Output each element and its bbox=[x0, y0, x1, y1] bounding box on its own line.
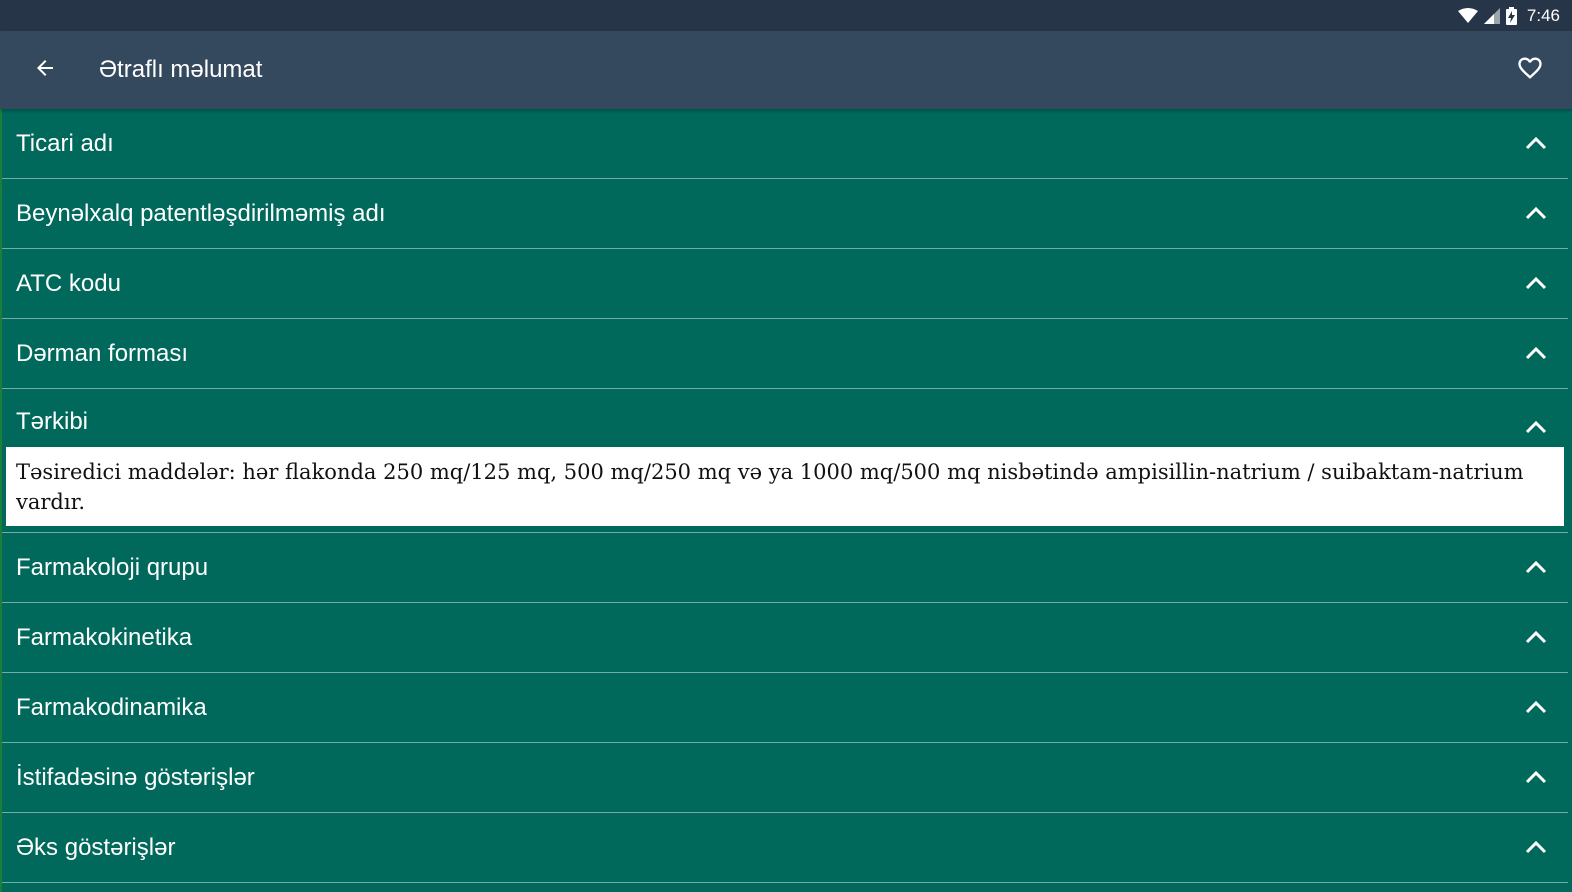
section-beynelxalq-adi: Beynəlxalq patentləşdirilməmiş adı bbox=[2, 179, 1568, 249]
wifi-icon bbox=[1457, 7, 1478, 24]
section-label: Farmakokinetika bbox=[16, 623, 193, 651]
section-label: Tərkibi bbox=[16, 408, 89, 435]
status-bar: 7:46 bbox=[0, 0, 1572, 31]
arrow-left-icon bbox=[33, 56, 57, 85]
section-label: Beynəlxalq patentləşdirilməmiş adı bbox=[16, 199, 386, 227]
section-ticari-adi: Ticari adı bbox=[2, 109, 1568, 179]
section-header-farmakoloji-qrupu[interactable]: Farmakoloji qrupu bbox=[2, 533, 1568, 602]
page-title: Ətraflı məlumat bbox=[99, 56, 263, 83]
section-header-ticari-adi[interactable]: Ticari adı bbox=[2, 109, 1568, 178]
section-farmakoloji-qrupu: Farmakoloji qrupu bbox=[2, 533, 1568, 603]
section-header-farmakokinetika[interactable]: Farmakokinetika bbox=[2, 603, 1568, 672]
chevron-up-icon bbox=[1524, 132, 1548, 156]
section-istifade-gosterisler: İstifadəsinə göstərişlər bbox=[2, 743, 1568, 813]
favorite-button[interactable] bbox=[1500, 40, 1560, 100]
chevron-up-icon bbox=[1524, 836, 1548, 860]
chevron-up-icon bbox=[1524, 696, 1548, 720]
section-label: ATC kodu bbox=[16, 269, 121, 297]
back-button[interactable] bbox=[15, 40, 75, 100]
section-header-farmakodinamika[interactable]: Farmakodinamika bbox=[2, 673, 1568, 742]
section-header-istifade-gosterisler[interactable]: İstifadəsinə göstərişlər bbox=[2, 743, 1568, 812]
section-header-derman-formasi[interactable]: Dərman forması bbox=[2, 319, 1568, 388]
signal-icon bbox=[1483, 7, 1500, 24]
section-atc-kodu: ATC kodu bbox=[2, 249, 1568, 319]
chevron-up-icon bbox=[1524, 272, 1548, 296]
battery-charging-icon bbox=[1505, 6, 1517, 25]
section-farmakodinamika: Farmakodinamika bbox=[2, 673, 1568, 743]
app-bar: Ətraflı məlumat bbox=[0, 31, 1572, 109]
section-label: Farmakoloji qrupu bbox=[16, 553, 209, 581]
section-eks-gosterisler: Əks göstərişlər bbox=[2, 813, 1568, 883]
section-label: Əks göstərişlər bbox=[16, 833, 176, 861]
section-header-eks-gosterisler[interactable]: Əks göstərişlər bbox=[2, 813, 1568, 882]
section-header-terkibi[interactable]: Tərkibi bbox=[2, 389, 1568, 447]
chevron-up-icon bbox=[1524, 416, 1548, 440]
section-list: Ticari adı Beynəlxalq patentləşdirilməmi… bbox=[0, 109, 1568, 892]
chevron-up-icon bbox=[1524, 766, 1548, 790]
section-farmakokinetika: Farmakokinetika bbox=[2, 603, 1568, 673]
chevron-up-icon bbox=[1524, 556, 1548, 580]
section-label: Farmakodinamika bbox=[16, 693, 207, 721]
section-label: İstifadəsinə göstərişlər bbox=[16, 763, 255, 791]
chevron-up-icon bbox=[1524, 342, 1548, 366]
section-header-beynelxalq-adi[interactable]: Beynəlxalq patentləşdirilməmiş adı bbox=[2, 179, 1568, 248]
chevron-up-icon bbox=[1524, 626, 1548, 650]
chevron-up-icon bbox=[1524, 202, 1548, 226]
heart-outline-icon bbox=[1516, 54, 1544, 87]
section-header-atc-kodu[interactable]: ATC kodu bbox=[2, 249, 1568, 318]
section-derman-formasi: Dərman forması bbox=[2, 319, 1568, 389]
status-time: 7:46 bbox=[1526, 5, 1560, 25]
section-terkibi: Tərkibi Təsiredici maddələr: hər flakond… bbox=[2, 389, 1568, 533]
section-label: Ticari adı bbox=[16, 129, 114, 157]
section-content-terkibi: Təsiredici maddələr: hər flakonda 250 mq… bbox=[6, 447, 1564, 526]
section-label: Dərman forması bbox=[16, 339, 189, 367]
